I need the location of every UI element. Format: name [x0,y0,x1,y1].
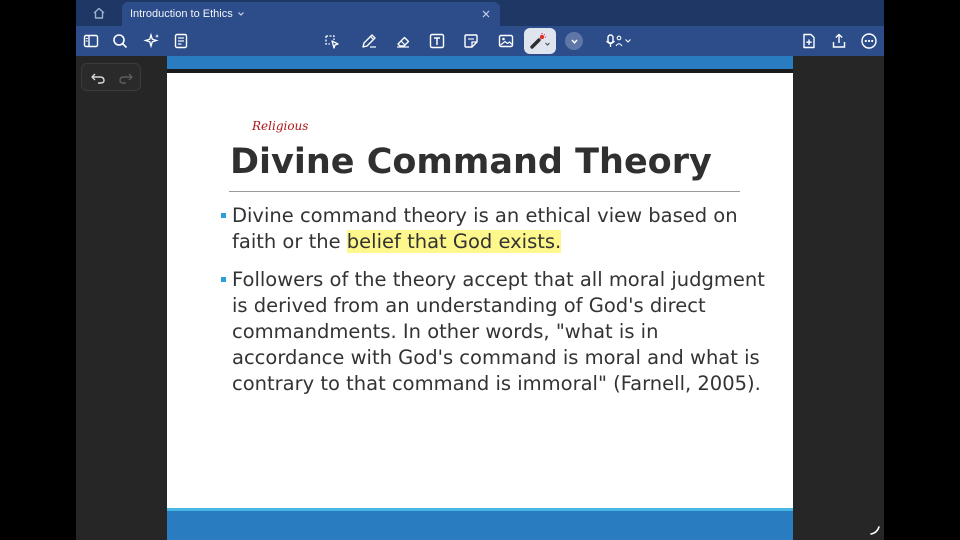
slide-footer-rule [167,508,793,511]
home-icon [93,7,105,19]
add-page-button[interactable] [797,29,821,53]
redo-icon [119,73,133,84]
sidebar-button[interactable] [79,29,103,53]
lasso-icon [325,35,339,49]
slide-title: Divine Command Theory [230,142,712,182]
home-button[interactable] [86,2,112,24]
bullet-marker [221,213,226,218]
text-tool[interactable] [425,29,449,53]
audio-record-button[interactable] [601,29,637,53]
bullet-item: Divine command theory is an ethical view… [221,203,773,255]
document-settings-button[interactable] [169,29,193,53]
chevron-down-icon [570,39,578,44]
lasso-tool[interactable] [320,29,344,53]
handwritten-annotation: Religious [252,119,309,133]
bullet-marker [221,277,226,282]
eraser-icon [397,36,410,48]
image-icon [498,34,514,48]
toolbar [76,26,884,56]
share-icon [832,33,846,48]
tab-bar: Introduction to Ethics [76,0,884,26]
text-box-icon [429,33,445,49]
image-tool[interactable] [494,29,518,53]
undo-icon [91,73,105,84]
slide-page[interactable]: Religious Divine Command Theory Divine c… [167,56,793,540]
more-icon [861,33,877,49]
undo-button[interactable] [88,68,108,88]
bullet-text: Followers of the theory accept that all … [232,268,765,395]
resize-handle-icon[interactable] [869,524,881,536]
bullet-text: Divine command theory is an ethical view… [225,203,773,255]
chevron-down-icon[interactable] [237,10,245,18]
tab-document[interactable]: Introduction to Ethics [122,2,500,26]
document-icon [174,33,188,49]
slide-footer-band [167,508,793,540]
laser-pointer-icon [530,33,550,49]
more-button[interactable] [857,29,881,53]
search-button[interactable] [108,29,132,53]
search-icon [113,34,128,49]
add-page-icon [803,33,815,49]
slide-header-rule [167,69,793,73]
tool-options-button[interactable] [565,32,583,50]
bullet-item: Followers of the theory accept that all … [221,267,773,397]
microphone-icon [605,34,631,47]
highlighted-text: belief that God exists. [346,230,562,253]
share-button[interactable] [827,29,851,53]
eraser-tool[interactable] [391,29,415,53]
pen-tool[interactable] [357,29,381,53]
close-tab-button[interactable] [478,6,494,22]
sticky-note-tool[interactable] [459,29,483,53]
laser-pointer-tool[interactable] [524,28,556,54]
title-divider [229,191,740,192]
sticky-note-icon [464,34,478,48]
sparkle-icon [143,32,159,49]
undo-redo-group [81,63,141,91]
tab-title: Introduction to Ethics [130,8,233,20]
pen-icon [362,34,376,48]
sidebar-icon [83,34,99,48]
notes-app: Introduction to Ethics Religious Divine … [76,0,884,540]
slide-header-band [167,56,793,69]
redo-button[interactable] [116,68,136,88]
ai-assist-button[interactable] [140,29,164,53]
close-icon [482,10,490,18]
